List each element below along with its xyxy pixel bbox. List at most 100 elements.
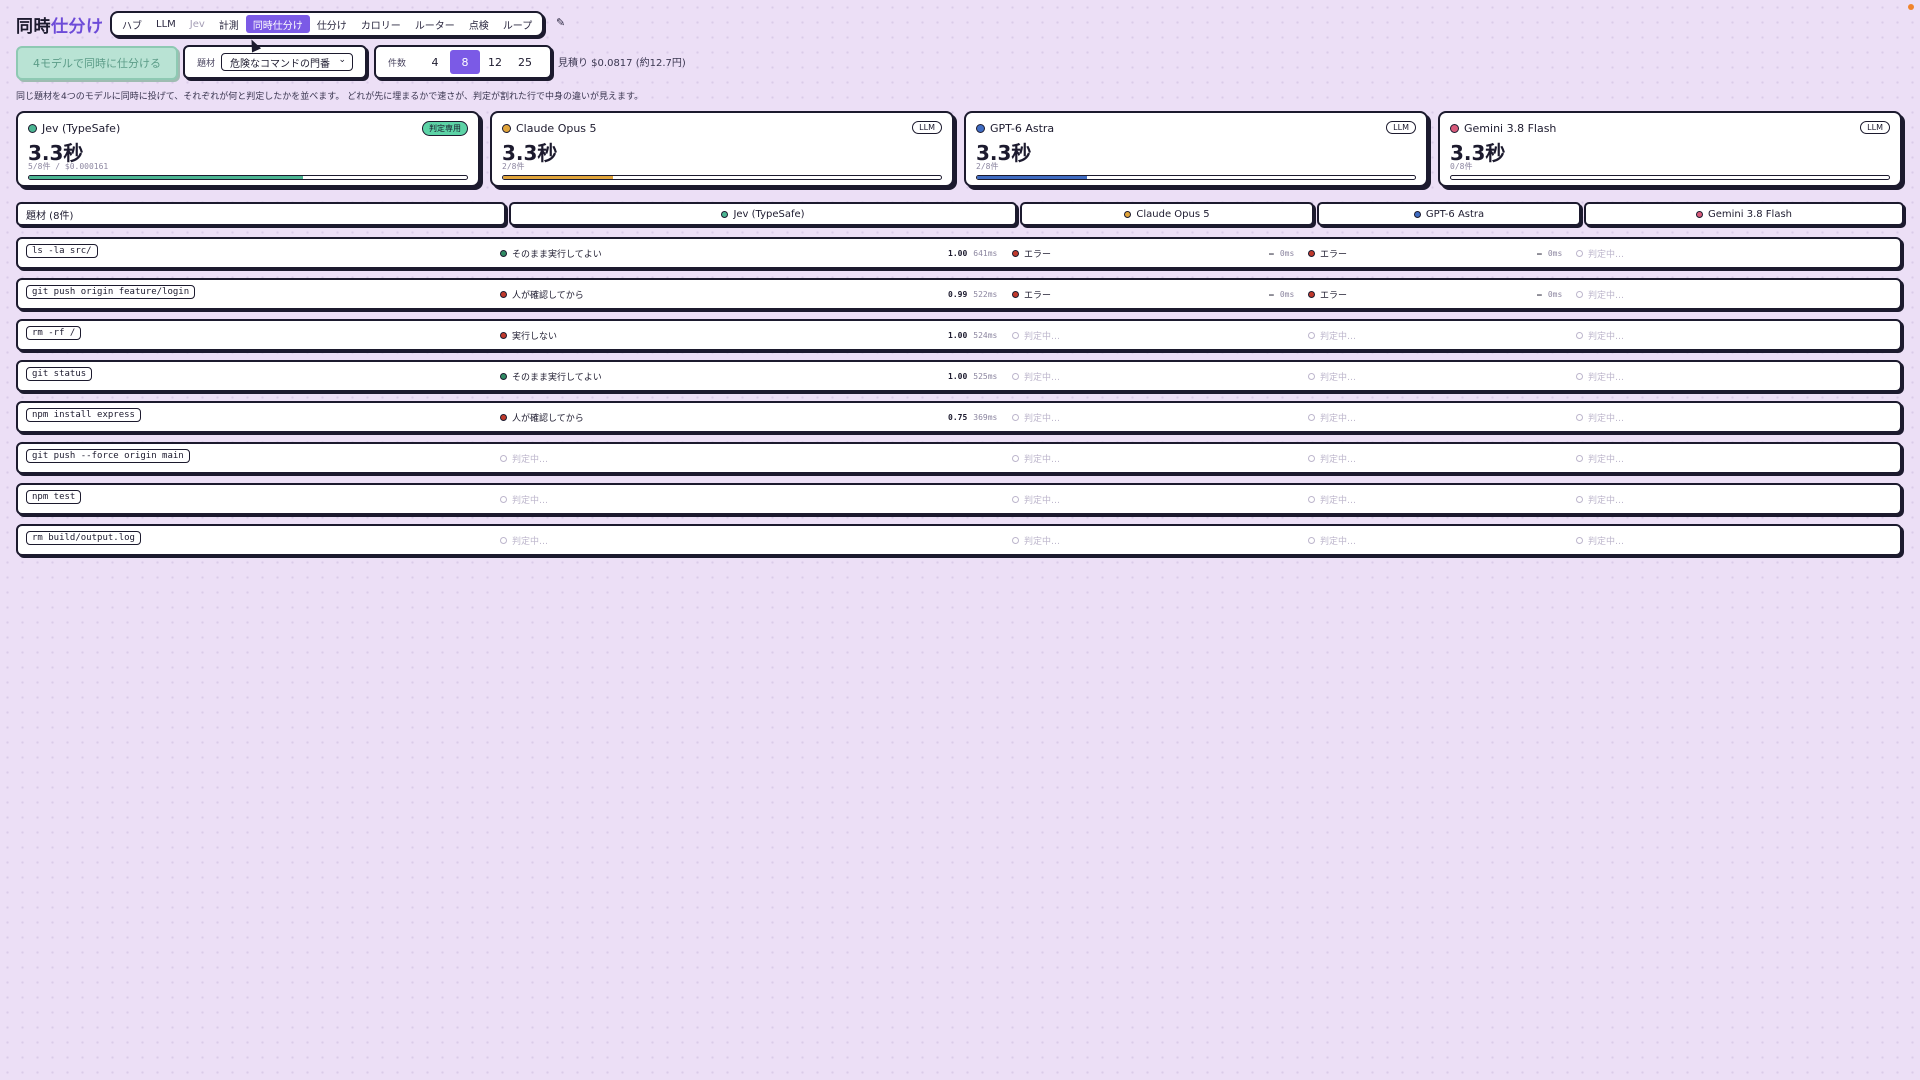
verdict-cell-claude: エラー	[1012, 239, 1051, 267]
tab-router[interactable]: ルーター	[408, 13, 462, 35]
verdict-metric-jev: 0.99 522ms	[948, 280, 997, 308]
tab-concurrent-sort[interactable]: 同時仕分け	[245, 15, 310, 33]
verdict-text: 判定中…	[1024, 413, 1061, 424]
latency-ms: 522ms	[973, 289, 998, 299]
verdict-metric-jev: 1.00 525ms	[948, 362, 997, 390]
verdict-dot-icon	[500, 454, 507, 462]
verdict-dot-icon	[500, 536, 507, 544]
verdict-text: 判定中…	[1320, 454, 1357, 465]
table-row: git push origin feature/login 人が確認してから 0.9…	[16, 278, 1902, 310]
tab-llm[interactable]: LLM	[149, 13, 183, 35]
topic-select-value: 危険なコマンドの門番	[230, 58, 331, 70]
verdict-dot-icon	[1308, 413, 1315, 421]
command-chip: git push --force origin main	[26, 449, 190, 463]
verdict-cell-gemini: 判定中…	[1576, 485, 1624, 513]
verdict-text: 人が確認してから	[512, 413, 584, 424]
verdict-cell-jev: 実行しない	[500, 321, 557, 349]
count-option-4[interactable]: 4	[420, 50, 450, 74]
model-progress-text: 2/8件	[502, 162, 525, 171]
chevron-down-icon: ⌄	[338, 55, 347, 65]
tab-calorie[interactable]: カロリー	[354, 13, 408, 35]
verdict-dot-icon	[500, 290, 507, 298]
command-chip: git push origin feature/login	[26, 285, 196, 299]
count-option-8[interactable]: 8	[450, 50, 481, 74]
wrench-icon[interactable]: ✎	[556, 16, 565, 29]
table-row: rm build/output.log 判定中… 判定中… 判定中… 判定中…	[16, 524, 1902, 556]
model-name: Jev (TypeSafe)	[42, 122, 121, 135]
app-title: 同時仕分け	[16, 12, 104, 37]
model-color-dot	[1124, 210, 1132, 218]
verdict-cell-claude: エラー	[1012, 280, 1051, 308]
verdict-dot-icon	[1012, 413, 1019, 421]
verdict-cell-gpt: 判定中…	[1308, 444, 1356, 472]
topic-select[interactable]: 危険なコマンドの門番 ⌄	[221, 53, 354, 71]
verdict-cell-gpt: 判定中…	[1308, 485, 1356, 513]
model-color-dot	[1450, 124, 1459, 133]
verdict-text: 判定中…	[1320, 495, 1357, 506]
verdict-dot-icon	[1012, 290, 1019, 298]
run-all-models-button[interactable]: 4モデルで同時に仕分ける	[16, 46, 178, 80]
model-color-dot	[721, 210, 729, 218]
model-color-dot	[502, 124, 511, 133]
column-header-label: Gemini 3.8 Flash	[1707, 208, 1792, 220]
confidence-score: 0.75	[948, 412, 968, 422]
tab-loop[interactable]: ループ	[496, 13, 539, 35]
verdict-text: 判定中…	[1588, 536, 1625, 547]
latency-ms: 0ms	[1279, 289, 1295, 299]
verdict-cell-gpt: エラー	[1308, 280, 1347, 308]
verdict-cell-claude: 判定中…	[1012, 403, 1060, 431]
verdict-cell-jev: 判定中…	[500, 444, 548, 472]
verdict-cell-gpt: 判定中…	[1308, 321, 1356, 349]
tab-measure[interactable]: 計測	[212, 13, 246, 35]
verdict-dot-icon	[1308, 372, 1315, 380]
nav-tabs: ハブ LLM Jev 計測 同時仕分け 仕分け カロリー ルーター 点検 ループ	[110, 11, 545, 37]
latency-ms: 0ms	[1279, 248, 1295, 258]
verdict-dot-icon	[500, 331, 507, 339]
command-chip: npm install express	[26, 408, 141, 422]
verdict-cell-claude: 判定中…	[1012, 321, 1060, 349]
verdict-dot-icon	[500, 495, 507, 503]
tab-jev[interactable]: Jev	[183, 13, 212, 35]
tab-sort[interactable]: 仕分け	[310, 13, 354, 35]
verdict-cell-gpt: エラー	[1308, 239, 1347, 267]
tab-hub[interactable]: ハブ	[115, 13, 149, 35]
topic-label: 題材	[197, 58, 216, 69]
verdict-cell-gemini: 判定中…	[1576, 526, 1624, 554]
latency-ms: 0ms	[1547, 289, 1563, 299]
verdict-text: そのまま実行してよい	[512, 249, 602, 260]
verdict-dot-icon	[500, 413, 507, 421]
confidence-score: 1.00	[948, 248, 968, 258]
verdict-text: 判定中…	[1320, 413, 1357, 424]
command-chip: ls -la src/	[26, 244, 98, 258]
count-option-25[interactable]: 25	[510, 50, 540, 74]
model-card-jev: Jev (TypeSafe) 判定専用 3.3秒 5/8件 / $0.00016…	[16, 111, 480, 187]
verdict-dot-icon	[1576, 249, 1583, 257]
verdict-cell-gpt: 判定中…	[1308, 526, 1356, 554]
verdict-dot-icon	[1012, 454, 1019, 462]
column-header-gpt: GPT-6 Astra	[1317, 202, 1581, 226]
verdict-dot-icon	[1012, 249, 1019, 257]
verdict-text: 人が確認してから	[512, 290, 584, 301]
model-progress-bar	[1450, 175, 1890, 180]
latency-ms: 641ms	[973, 248, 998, 258]
verdict-metric-jev: 0.75 369ms	[948, 403, 997, 431]
model-badge: LLM	[1860, 121, 1890, 134]
verdict-text: 判定中…	[1024, 372, 1061, 383]
column-header-gemini: Gemini 3.8 Flash	[1584, 202, 1904, 226]
verdict-text: 判定中…	[1024, 536, 1061, 547]
verdict-cell-jev: 判定中…	[500, 526, 548, 554]
model-color-dot	[1695, 210, 1703, 218]
confidence-score: 0.99	[948, 289, 968, 299]
model-name: Claude Opus 5	[516, 122, 597, 135]
count-label: 件数	[388, 58, 407, 69]
verdict-text: 判定中…	[1588, 372, 1625, 383]
verdict-cell-jev: 判定中…	[500, 485, 548, 513]
tab-inspect[interactable]: 点検	[462, 13, 496, 35]
verdict-text: 判定中…	[512, 495, 549, 506]
confidence-score: 1.00	[948, 371, 968, 381]
verdict-cell-gemini: 判定中…	[1576, 444, 1624, 472]
count-option-12[interactable]: 12	[480, 50, 510, 74]
confidence-score: —	[1269, 289, 1274, 299]
verdict-metric-claude: — 0ms	[1269, 280, 1294, 308]
page-description: 同じ題材を4つのモデルに同時に投げて、それぞれが何と判定したかを並べます。 どれ…	[16, 92, 644, 102]
